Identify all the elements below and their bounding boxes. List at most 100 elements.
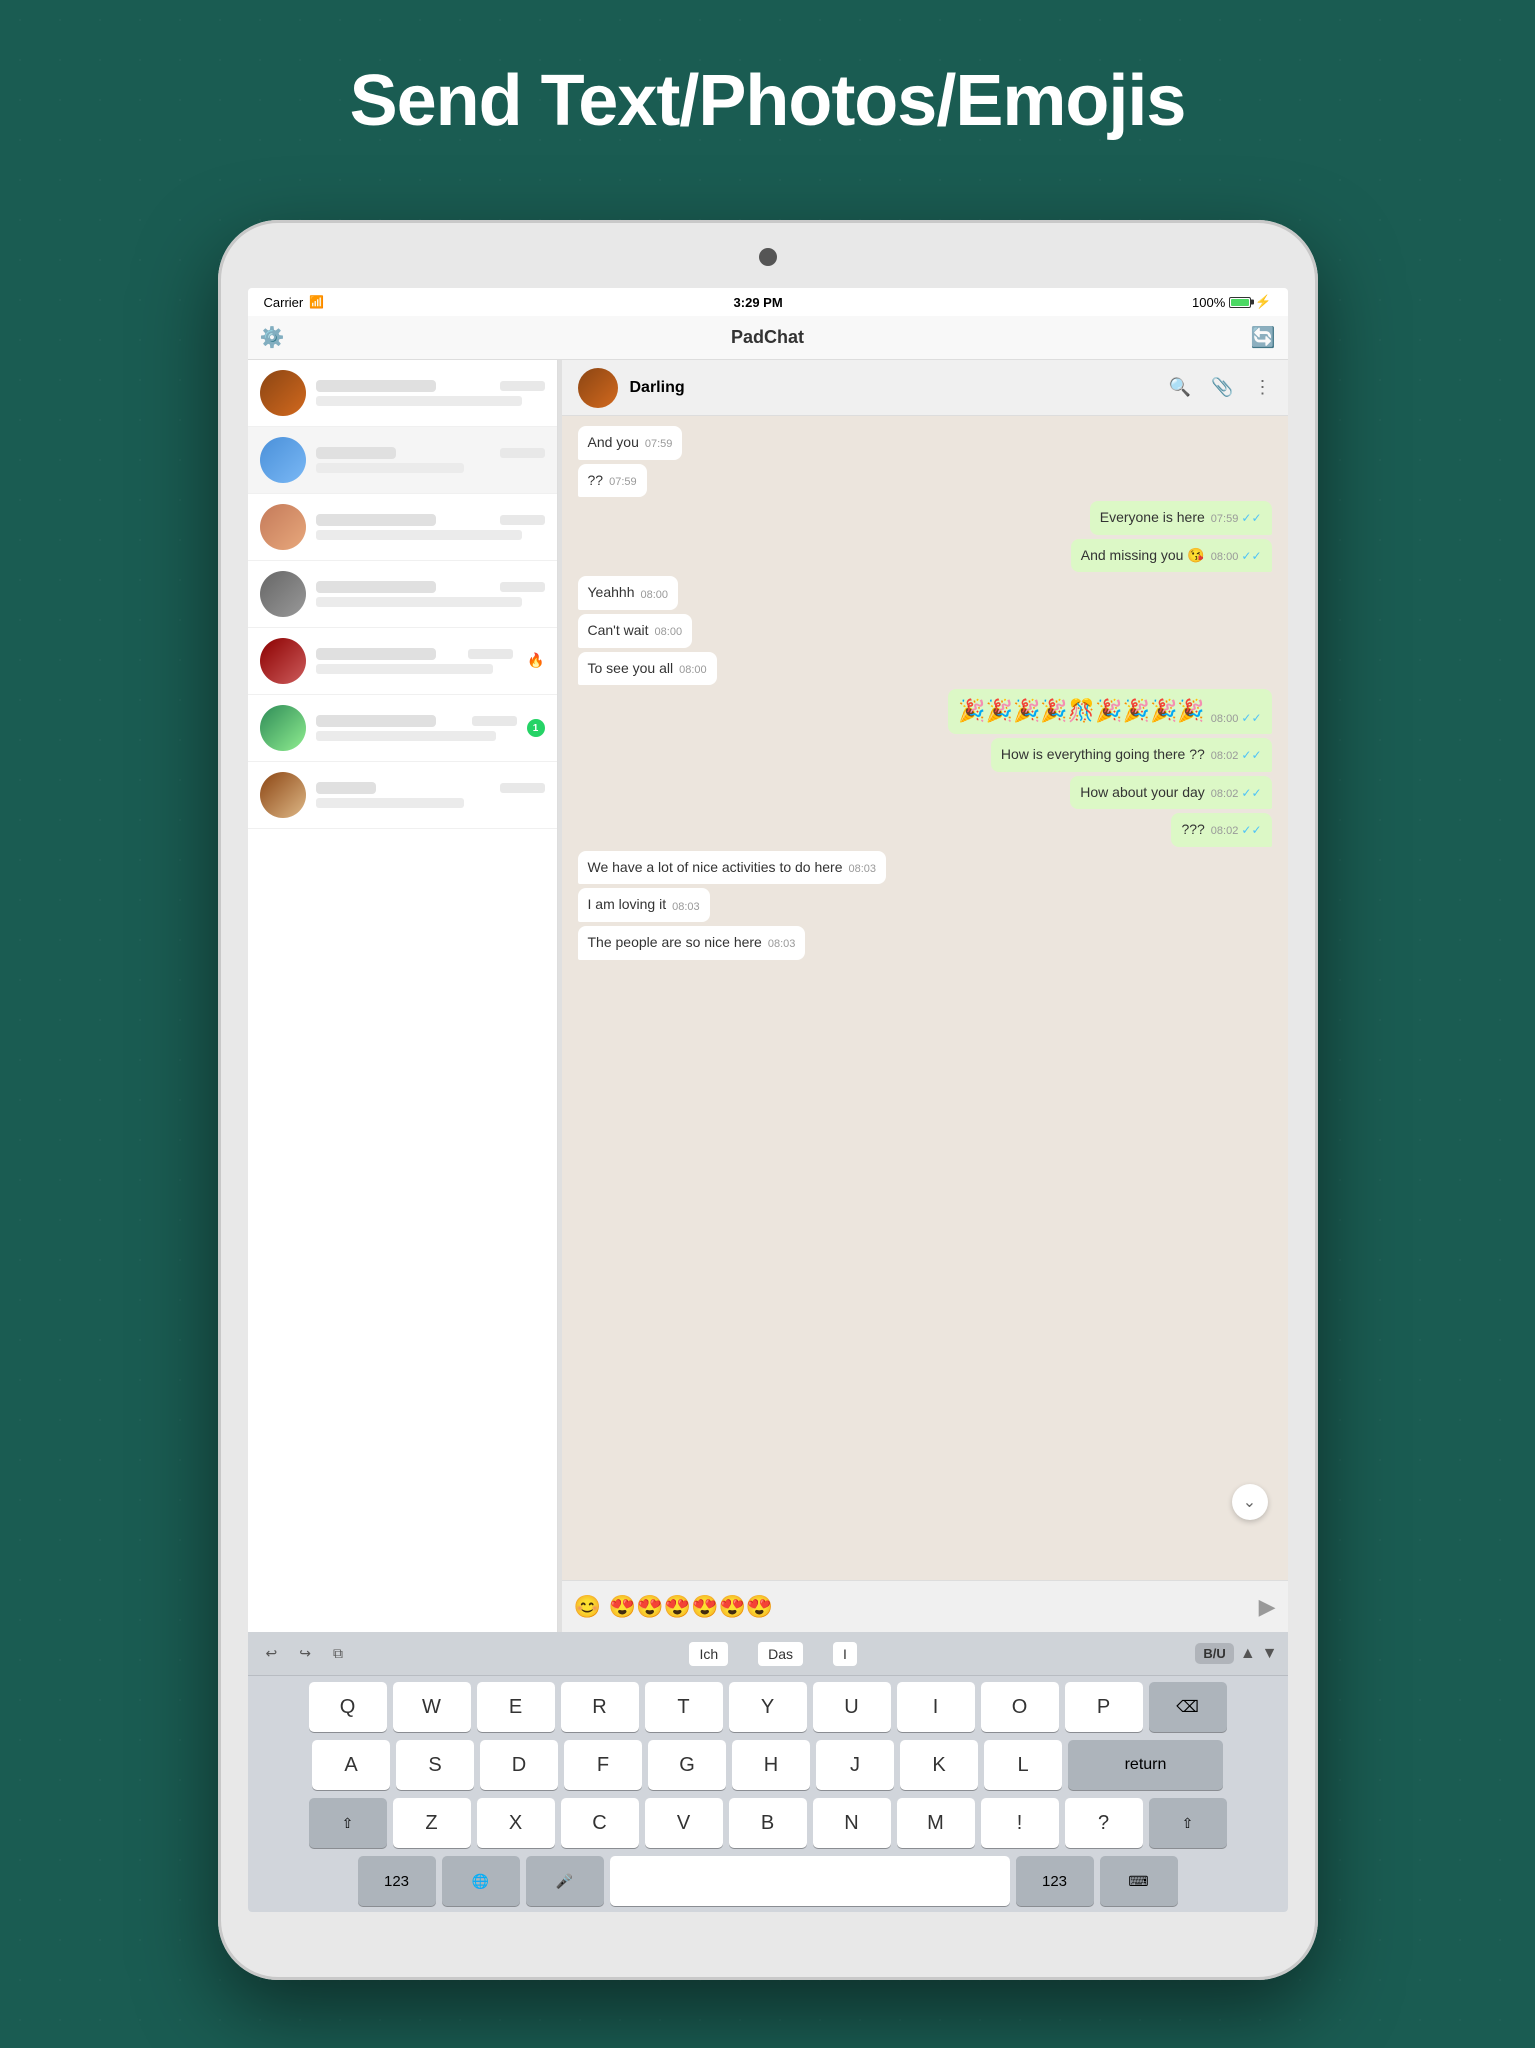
arrow-down-button[interactable]: ▼ — [1262, 1645, 1278, 1663]
message-bubble: 🎉🎉🎉🎉🎊🎉🎉🎉🎉 08:00 ✓✓ — [948, 689, 1271, 734]
key-h[interactable]: H — [732, 1740, 810, 1790]
key-question[interactable]: ? — [1065, 1798, 1143, 1848]
contact-name: Darling — [630, 379, 1157, 397]
chat-preview — [316, 396, 522, 406]
avatar — [260, 638, 306, 684]
key-s[interactable]: S — [396, 1740, 474, 1790]
list-item[interactable]: 1 — [248, 695, 557, 762]
numbers-right-key[interactable]: 123 — [1016, 1856, 1094, 1906]
format-button[interactable]: B/U — [1195, 1643, 1233, 1664]
message-bubble: And missing you 😘 08:00 ✓✓ — [1071, 539, 1272, 573]
space-key[interactable] — [610, 1856, 1010, 1906]
key-w[interactable]: W — [393, 1682, 471, 1732]
numbers-key[interactable]: 123 — [358, 1856, 436, 1906]
key-d[interactable]: D — [480, 1740, 558, 1790]
message-time: 08:02 ✓✓ — [1211, 747, 1262, 764]
app-body: 🔥 1 — [248, 360, 1288, 1632]
message-text: Can't wait — [588, 621, 649, 641]
search-icon[interactable]: 🔍 — [1169, 377, 1191, 398]
key-j[interactable]: J — [816, 1740, 894, 1790]
arrow-up-button[interactable]: ▲ — [1240, 1645, 1256, 1663]
suggestion-i[interactable]: I — [833, 1642, 857, 1666]
key-o[interactable]: O — [981, 1682, 1059, 1732]
delete-key[interactable]: ⌫ — [1149, 1682, 1227, 1732]
message-time: 07:59 — [645, 437, 673, 452]
key-v[interactable]: V — [645, 1798, 723, 1848]
key-l[interactable]: L — [984, 1740, 1062, 1790]
input-area: 😊 😍😍😍😍😍😍 ▶ — [562, 1580, 1288, 1632]
keyboard-hide-key[interactable]: ⌨ — [1100, 1856, 1178, 1906]
microphone-key[interactable]: 🎤 — [526, 1856, 604, 1906]
chat-name — [316, 715, 436, 727]
key-i[interactable]: I — [897, 1682, 975, 1732]
key-row-2: A S D F G H J K L return — [252, 1740, 1284, 1790]
list-item[interactable]: 🔥 — [248, 628, 557, 695]
emoji-button[interactable]: 😊 — [574, 1594, 601, 1620]
avatar — [260, 437, 306, 483]
more-icon[interactable]: ⋮ — [1254, 377, 1272, 398]
status-bar: Carrier 📶 3:29 PM 100% ⚡ — [248, 288, 1288, 316]
app-nav: ⚙️ PadChat 🔄 — [248, 316, 1288, 360]
chat-name — [316, 514, 436, 526]
message-text: Everyone is here — [1100, 508, 1205, 528]
sidebar-list: 🔥 1 — [248, 360, 557, 1632]
send-button[interactable]: ▶ — [1259, 1594, 1276, 1620]
key-t[interactable]: T — [645, 1682, 723, 1732]
message-time: 08:00 ✓✓ — [1211, 548, 1262, 565]
key-r[interactable]: R — [561, 1682, 639, 1732]
key-b[interactable]: B — [729, 1798, 807, 1848]
list-item[interactable] — [248, 427, 557, 494]
shift-right-key[interactable]: ⇧ — [1149, 1798, 1227, 1848]
key-m[interactable]: M — [897, 1798, 975, 1848]
message-time: 08:00 ✓✓ — [1211, 710, 1262, 727]
globe-key[interactable]: 🌐 — [442, 1856, 520, 1906]
message-text: ??? — [1181, 820, 1204, 840]
return-key[interactable]: return — [1068, 1740, 1223, 1790]
suggestion-das[interactable]: Das — [758, 1642, 803, 1666]
settings-icon[interactable]: ⚙️ — [260, 325, 285, 350]
contact-avatar — [578, 368, 618, 408]
status-time: 3:29 PM — [734, 295, 783, 310]
list-item[interactable] — [248, 561, 557, 628]
key-k[interactable]: K — [900, 1740, 978, 1790]
message-input[interactable]: 😍😍😍😍😍😍 — [609, 1594, 1251, 1620]
key-exclaim[interactable]: ! — [981, 1798, 1059, 1848]
chat-name — [316, 380, 436, 392]
chat-time — [500, 448, 545, 458]
key-a[interactable]: A — [312, 1740, 390, 1790]
key-q[interactable]: Q — [309, 1682, 387, 1732]
message-time: 07:59 — [609, 475, 637, 490]
key-g[interactable]: G — [648, 1740, 726, 1790]
key-p[interactable]: P — [1065, 1682, 1143, 1732]
refresh-icon[interactable]: 🔄 — [1251, 325, 1276, 350]
message-text: 🎉🎉🎉🎉🎊🎉🎉🎉🎉 — [958, 696, 1205, 727]
key-x[interactable]: X — [477, 1798, 555, 1848]
chat-preview — [316, 530, 522, 540]
attach-icon[interactable]: 📎 — [1211, 377, 1233, 398]
undo-button[interactable]: ↩ — [258, 1641, 286, 1666]
key-n[interactable]: N — [813, 1798, 891, 1848]
message-time: 08:03 — [849, 862, 877, 877]
key-f[interactable]: F — [564, 1740, 642, 1790]
message-bubble: And you 07:59 — [578, 426, 683, 460]
wifi-icon: 📶 — [309, 295, 324, 309]
shift-left-key[interactable]: ⇧ — [309, 1798, 387, 1848]
message-text: Yeahhh — [588, 583, 635, 603]
key-y[interactable]: Y — [729, 1682, 807, 1732]
list-item[interactable] — [248, 360, 557, 427]
message-bubble: ?? 07:59 — [578, 464, 647, 498]
scroll-to-bottom-button[interactable]: ⌄ — [1232, 1484, 1268, 1520]
list-item[interactable] — [248, 494, 557, 561]
message-time: 08:00 — [679, 663, 707, 678]
key-z[interactable]: Z — [393, 1798, 471, 1848]
copy-button[interactable]: ⧉ — [325, 1641, 351, 1666]
redo-button[interactable]: ↪ — [291, 1641, 319, 1666]
key-u[interactable]: U — [813, 1682, 891, 1732]
key-e[interactable]: E — [477, 1682, 555, 1732]
chat-preview — [316, 597, 522, 607]
key-c[interactable]: C — [561, 1798, 639, 1848]
suggestion-ich[interactable]: Ich — [689, 1642, 728, 1666]
message-time: 08:00 — [655, 625, 683, 640]
message-bubble: ??? 08:02 ✓✓ — [1171, 813, 1271, 847]
list-item[interactable] — [248, 762, 557, 829]
